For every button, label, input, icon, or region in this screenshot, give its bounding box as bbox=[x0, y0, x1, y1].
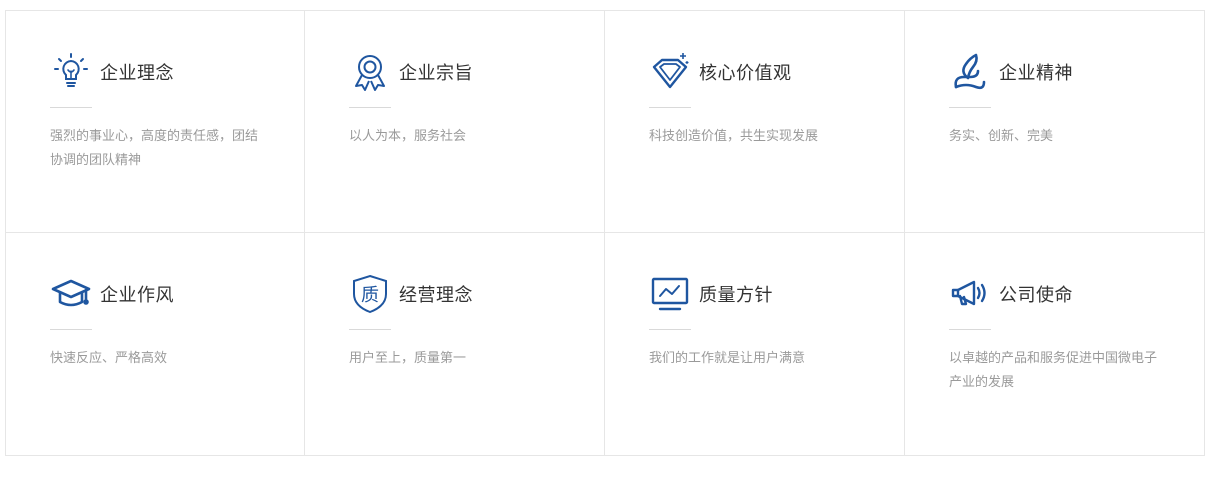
card-title: 质量方针 bbox=[699, 285, 773, 306]
card-enterprise-style: 企业作风 快速反应、严格高效 bbox=[5, 232, 305, 456]
card-header: 企业宗旨 bbox=[349, 51, 473, 93]
values-grid: 企业理念 强烈的事业心，高度的责任感，团结协调的团队精神 企业宗旨 以人为本，服… bbox=[5, 10, 1205, 456]
card-description: 以卓越的产品和服务促进中国微电子产业的发展 bbox=[949, 351, 1158, 390]
card-title: 企业作风 bbox=[100, 285, 174, 306]
monitor-chart-icon bbox=[649, 273, 691, 315]
card-quality-policy: 质量方针 我们的工作就是让用户满意 bbox=[604, 232, 905, 456]
card-core-values: 核心价值观 科技创造价值，共生实现发展 bbox=[604, 10, 905, 233]
card-description: 科技创造价值，共生实现发展 bbox=[649, 129, 819, 144]
card-header: 质 经营理念 bbox=[349, 273, 473, 315]
card-title: 公司使命 bbox=[999, 285, 1073, 306]
card-enterprise-purpose: 企业宗旨 以人为本，服务社会 bbox=[304, 10, 605, 233]
card-header: 企业精神 bbox=[949, 51, 1073, 93]
card-title: 企业宗旨 bbox=[399, 63, 473, 84]
card-business-philosophy: 质 经营理念 用户至上，质量第一 bbox=[304, 232, 605, 456]
quality-shield-icon: 质 bbox=[349, 273, 391, 315]
card-description: 以人为本，服务社会 bbox=[349, 129, 467, 144]
card-header: 公司使命 bbox=[949, 273, 1073, 315]
card-header: 企业理念 bbox=[50, 51, 174, 93]
card-title: 企业理念 bbox=[100, 63, 174, 84]
card-enterprise-spirit: 企业精神 务实、创新、完美 bbox=[904, 10, 1205, 233]
card-description: 用户至上，质量第一 bbox=[349, 351, 467, 366]
divider bbox=[50, 107, 92, 108]
card-title: 核心价值观 bbox=[699, 63, 792, 84]
card-enterprise-philosophy: 企业理念 强烈的事业心，高度的责任感，团结协调的团队精神 bbox=[5, 10, 305, 233]
divider bbox=[349, 107, 391, 108]
divider bbox=[949, 329, 991, 330]
card-description: 强烈的事业心，高度的责任感，团结协调的团队精神 bbox=[50, 129, 259, 168]
card-header: 核心价值观 bbox=[649, 51, 792, 93]
divider bbox=[949, 107, 991, 108]
card-description: 快速反应、严格高效 bbox=[50, 351, 168, 366]
card-header: 质量方针 bbox=[649, 273, 773, 315]
card-description: 我们的工作就是让用户满意 bbox=[649, 351, 806, 366]
award-ribbon-icon bbox=[349, 51, 391, 93]
diamond-icon bbox=[649, 51, 691, 93]
divider bbox=[50, 329, 92, 330]
divider bbox=[649, 107, 691, 108]
svg-text:质: 质 bbox=[361, 285, 379, 306]
lightbulb-icon bbox=[50, 51, 92, 93]
megaphone-icon bbox=[949, 273, 991, 315]
graduation-cap-icon bbox=[50, 273, 92, 315]
card-company-mission: 公司使命 以卓越的产品和服务促进中国微电子产业的发展 bbox=[904, 232, 1205, 456]
plant-sprout-icon bbox=[949, 51, 991, 93]
divider bbox=[349, 329, 391, 330]
card-description: 务实、创新、完美 bbox=[949, 129, 1054, 144]
card-title: 经营理念 bbox=[399, 285, 473, 306]
card-header: 企业作风 bbox=[50, 273, 174, 315]
card-title: 企业精神 bbox=[999, 63, 1073, 84]
divider bbox=[649, 329, 691, 330]
